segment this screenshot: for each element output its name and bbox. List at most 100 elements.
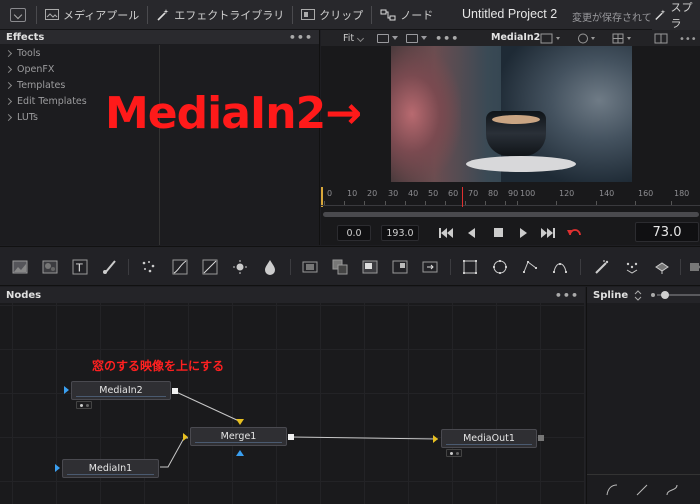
mediaout1-input-port[interactable]	[433, 435, 438, 443]
scrub-bar[interactable]	[323, 212, 699, 217]
ruler-tick-label: 30	[388, 189, 399, 198]
ruler-tick-label: 70	[468, 189, 479, 198]
spline-toggle-button[interactable]: スプラ	[652, 0, 700, 30]
paint-tool-icon[interactable]	[102, 259, 118, 275]
ruler-tick-label: 90	[508, 189, 519, 198]
bspline-mask-tool-icon[interactable]	[552, 259, 568, 275]
media-pool-label: メディアプール	[63, 8, 140, 22]
merge1-foreground-input-port[interactable]	[236, 419, 244, 425]
media-pool-icon	[45, 9, 59, 20]
viewer-frame-image[interactable]	[391, 46, 632, 182]
ease-curve-icon[interactable]	[665, 483, 679, 497]
color-corrector-tool-icon[interactable]	[202, 259, 218, 275]
node-mediain2[interactable]: MediaIn2	[71, 381, 171, 400]
go-to-start-icon[interactable]	[439, 228, 453, 238]
sort-updown-icon[interactable]	[634, 289, 642, 301]
workspace-toggle-button[interactable]	[10, 7, 26, 22]
out-timecode-field[interactable]: 193.0	[381, 225, 419, 241]
merge1-output-port[interactable]	[288, 434, 294, 440]
in-timecode-field[interactable]: 0.0	[337, 225, 371, 241]
mediaout1-output-port[interactable]	[538, 435, 544, 441]
merge1-mask-input-port[interactable]	[236, 450, 244, 456]
text-tool-icon[interactable]: T	[72, 259, 88, 275]
view-mode-dropdown[interactable]	[373, 33, 402, 43]
spline-zoom-handle[interactable]	[661, 291, 669, 299]
current-frame-field[interactable]: 73.0	[635, 222, 699, 242]
clips-label: クリップ	[319, 8, 364, 22]
project-title: Untitled Project 2	[462, 7, 558, 21]
mediain2-output-port[interactable]	[172, 388, 178, 394]
annotation-mediain2-arrow: MediaIn2→	[105, 88, 362, 139]
chevron-down-icon	[357, 34, 365, 42]
ruler-baseline	[321, 205, 700, 206]
tool-divider	[450, 259, 451, 275]
effects-panel-header: Effects •••	[0, 30, 319, 44]
saver-tool-icon[interactable]	[422, 259, 438, 275]
camera3d-tool-icon[interactable]	[688, 259, 700, 275]
effects-item-label: Edit Templates	[17, 95, 87, 107]
blur-tool-icon[interactable]	[262, 259, 278, 275]
image-coffee-cup	[486, 111, 546, 156]
media-pool-button[interactable]: メディアプール	[37, 0, 147, 30]
polygon-mask-tool-icon[interactable]	[522, 259, 538, 275]
magic-wand-icon	[157, 8, 169, 21]
rectangle-mask-tool-icon[interactable]	[462, 259, 478, 275]
triangle-down-icon	[421, 36, 428, 40]
step-back-icon[interactable]	[468, 228, 475, 238]
pemitter-tool-icon[interactable]	[594, 259, 610, 275]
go-to-end-icon[interactable]	[541, 228, 555, 238]
media-in-tool-icon[interactable]	[362, 259, 378, 275]
mediain2-input-port[interactable]	[64, 386, 69, 394]
node-mediain1[interactable]: MediaIn1	[62, 459, 159, 478]
more-options-icon[interactable]: •••	[289, 31, 313, 44]
play-icon[interactable]	[520, 228, 527, 238]
effects-item-openfx[interactable]: OpenFX	[0, 61, 159, 77]
ellipse-mask-tool-icon[interactable]	[492, 259, 508, 275]
loader-tool-icon[interactable]	[302, 259, 318, 275]
chevron-right-icon	[4, 97, 13, 105]
brightness-contrast-tool-icon[interactable]	[232, 259, 248, 275]
mediaout1-view-indicator-icon[interactable]	[446, 449, 462, 457]
mediain2-view-indicator-icon[interactable]	[76, 401, 92, 409]
image-background-left	[391, 46, 461, 182]
playhead[interactable]	[462, 187, 463, 207]
viewer-clip-name: MediaIn2	[491, 32, 541, 43]
chevron-right-icon	[4, 81, 13, 89]
effects-item-label: Templates	[17, 79, 66, 91]
transport-controls: 0.0 193.0 73.0	[321, 220, 700, 245]
mediain1-input-port[interactable]	[55, 464, 60, 472]
effects-item-label: Tools	[17, 47, 41, 59]
node-merge1[interactable]: Merge1	[190, 427, 287, 446]
fit-zoom-dropdown[interactable]: Fit	[339, 33, 367, 44]
tool-divider	[128, 259, 129, 275]
matte-control-tool-icon[interactable]	[392, 259, 408, 275]
stop-icon[interactable]	[494, 228, 503, 237]
merge-tool-icon[interactable]	[332, 259, 348, 275]
overlay-options-dropdown[interactable]	[402, 33, 431, 43]
shape3d-tool-icon[interactable]	[654, 259, 670, 275]
particles-tool-icon[interactable]	[140, 259, 156, 275]
effects-library-button[interactable]: エフェクトライブラリ	[148, 0, 292, 30]
node-mediaout1[interactable]: MediaOut1	[441, 429, 537, 448]
background-tool-icon[interactable]	[12, 259, 28, 275]
ruler-tick-label: 80	[488, 189, 499, 198]
prender-tool-icon[interactable]	[624, 259, 640, 275]
effects-item-tools[interactable]: Tools	[0, 45, 159, 61]
smooth-curve-icon[interactable]	[605, 483, 619, 497]
clips-button[interactable]: クリップ	[293, 0, 371, 30]
loop-icon[interactable]	[567, 229, 581, 236]
spline-panel-title: Spline	[593, 289, 629, 301]
nodes-panel[interactable]: Nodes ••• 窓のする映像を上にする MediaIn2 Merge1 Me…	[0, 287, 585, 504]
color-curves-tool-icon[interactable]	[172, 259, 188, 275]
merge1-background-input-port[interactable]	[183, 433, 188, 441]
timeline-ruler[interactable]: 0 10 20 30 40 50 60 70 80 90 100 120 140 160 180	[321, 183, 700, 207]
tool-divider	[580, 259, 581, 275]
more-viewer-options[interactable]: •••	[431, 32, 463, 45]
linear-curve-icon[interactable]	[635, 483, 649, 497]
spline-panel: Spline	[586, 287, 700, 504]
effects-tree: Tools OpenFX Templates Edit Templates LU…	[0, 45, 160, 245]
spline-footer-toolbar	[587, 474, 700, 504]
nodes-button[interactable]: ノード	[372, 0, 441, 30]
spline-toggle-label: スプラ	[670, 1, 693, 30]
fast-noise-tool-icon[interactable]	[42, 259, 58, 275]
